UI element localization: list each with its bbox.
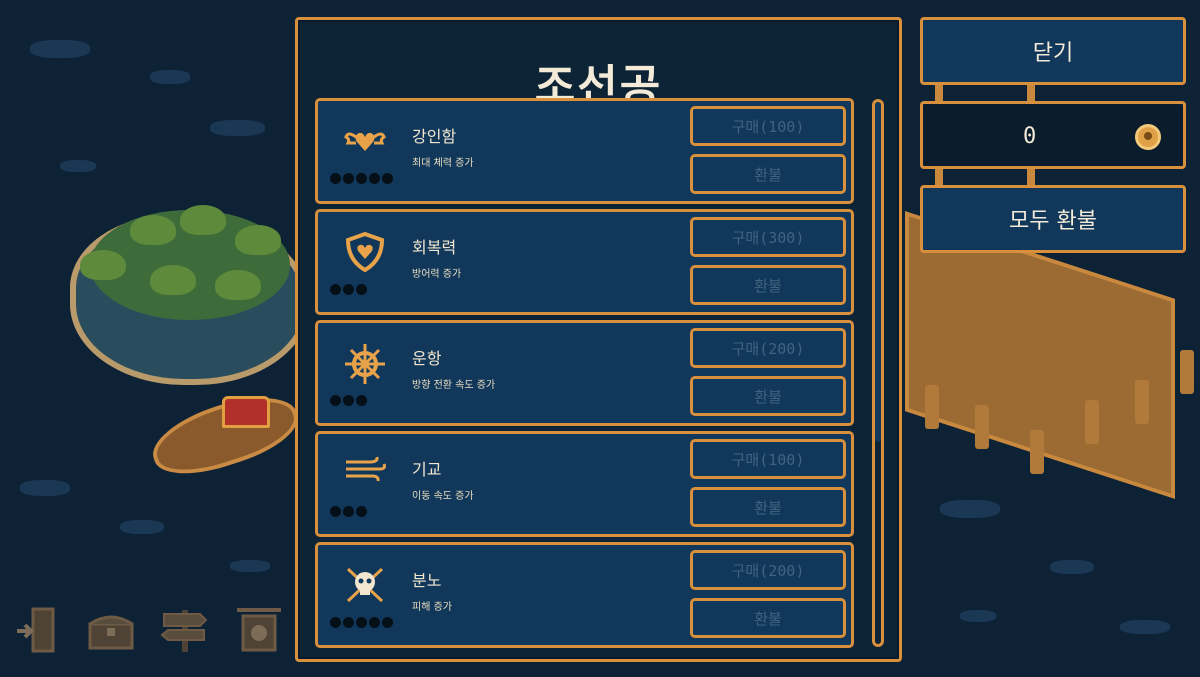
skull-crossed-swords-icon	[344, 565, 386, 603]
dock-post	[1085, 400, 1099, 444]
shop-sign-icon[interactable]	[234, 605, 284, 655]
water-ripple	[1120, 620, 1170, 634]
level-pip	[330, 173, 341, 184]
dock-post	[1030, 430, 1044, 474]
water-ripple	[210, 120, 265, 136]
exit-door-icon[interactable]	[12, 605, 62, 655]
upgrade-name: 운항	[412, 349, 442, 368]
level-pip	[356, 395, 367, 406]
dock-post	[925, 385, 939, 429]
refund-button[interactable]: 환불	[690, 487, 846, 527]
level-pip	[330, 506, 341, 517]
palm-tree	[80, 250, 126, 280]
level-pips	[330, 173, 393, 184]
level-pip	[369, 173, 380, 184]
buy-button[interactable]: 구매(200)	[690, 328, 846, 368]
upgrade-item-resilience: 회복력 방어력 증가 구매(300) 환불	[315, 209, 854, 315]
level-pips	[330, 284, 367, 295]
coin-count: 0	[1023, 124, 1037, 149]
buy-button[interactable]: 구매(100)	[690, 439, 846, 479]
water-ripple	[940, 500, 1000, 518]
level-pip	[356, 506, 367, 517]
treasure-chest	[222, 396, 270, 428]
level-pip	[356, 617, 367, 628]
buy-button[interactable]: 구매(300)	[690, 217, 846, 257]
upgrade-description: 방어력 증가	[412, 269, 462, 280]
upgrade-item-fury: 분노 피해 증가 구매(200) 환불	[315, 542, 854, 648]
upgrade-description: 이동 속도 증가	[412, 491, 474, 502]
level-pip	[330, 617, 341, 628]
wind-icon	[344, 454, 386, 490]
water-ripple	[150, 70, 190, 84]
dock-post	[1135, 380, 1149, 424]
level-pip	[343, 173, 354, 184]
level-pip	[330, 395, 341, 406]
level-pip	[343, 395, 354, 406]
palm-tree	[180, 205, 226, 235]
wings-heart-icon	[344, 121, 386, 157]
upgrade-description: 최대 체력 증가	[412, 158, 474, 169]
upgrade-name: 분노	[412, 571, 442, 590]
palm-tree	[150, 265, 196, 295]
water-ripple	[960, 610, 996, 622]
upgrade-item-navigation: 운항 방향 전환 속도 증가 구매(200) 환불	[315, 320, 854, 426]
palm-tree	[235, 225, 281, 255]
level-pip	[330, 284, 341, 295]
level-pips	[330, 506, 367, 517]
water-ripple	[120, 520, 164, 534]
bottom-nav	[12, 605, 284, 655]
upgrade-item-finesse: 기교 이동 속도 증가 구매(100) 환불	[315, 431, 854, 537]
level-pip	[343, 506, 354, 517]
treasure-chest-icon[interactable]	[86, 605, 136, 655]
upgrade-name: 회복력	[412, 238, 457, 257]
water-ripple	[20, 480, 70, 496]
coin-counter: 0	[920, 101, 1186, 169]
refund-button[interactable]: 환불	[690, 598, 846, 638]
upgrade-item-toughness: 강인함 최대 체력 증가 구매(100) 환불	[315, 98, 854, 204]
dock-post	[1180, 350, 1194, 394]
refund-all-button[interactable]: 모두 환불	[920, 185, 1186, 253]
upgrade-name: 기교	[412, 460, 442, 479]
level-pip	[356, 173, 367, 184]
ship-wheel-icon	[344, 343, 386, 384]
refund-button[interactable]: 환불	[690, 154, 846, 194]
refund-button[interactable]: 환불	[690, 376, 846, 416]
skull-coin-icon	[1135, 124, 1161, 150]
dock-post	[975, 405, 989, 449]
palm-tree	[130, 215, 176, 245]
level-pip	[382, 617, 393, 628]
buy-button[interactable]: 구매(100)	[690, 106, 846, 146]
level-pip	[343, 617, 354, 628]
close-button[interactable]: 닫기	[920, 17, 1186, 85]
scrollbar[interactable]	[872, 99, 884, 647]
level-pips	[330, 395, 367, 406]
level-pip	[356, 284, 367, 295]
water-ripple	[1050, 560, 1094, 574]
upgrade-description: 방향 전환 속도 증가	[412, 380, 496, 391]
level-pips	[330, 617, 393, 628]
scrollbar-thumb[interactable]	[875, 102, 881, 442]
refund-button[interactable]: 환불	[690, 265, 846, 305]
upgrade-name: 강인함	[412, 127, 457, 146]
water-ripple	[230, 560, 270, 572]
buy-button[interactable]: 구매(200)	[690, 550, 846, 590]
shield-heart-icon	[344, 231, 386, 273]
level-pip	[382, 173, 393, 184]
water-ripple	[30, 40, 90, 58]
signpost-icon[interactable]	[160, 605, 210, 655]
shipwright-panel: 조선공 강인함 최대 체력 증가 구매(100) 환불 회복력 방어력 증가 구…	[295, 17, 902, 662]
level-pip	[369, 617, 380, 628]
palm-tree	[215, 270, 261, 300]
level-pip	[343, 284, 354, 295]
upgrade-description: 피해 증가	[412, 602, 452, 613]
water-ripple	[60, 160, 96, 172]
